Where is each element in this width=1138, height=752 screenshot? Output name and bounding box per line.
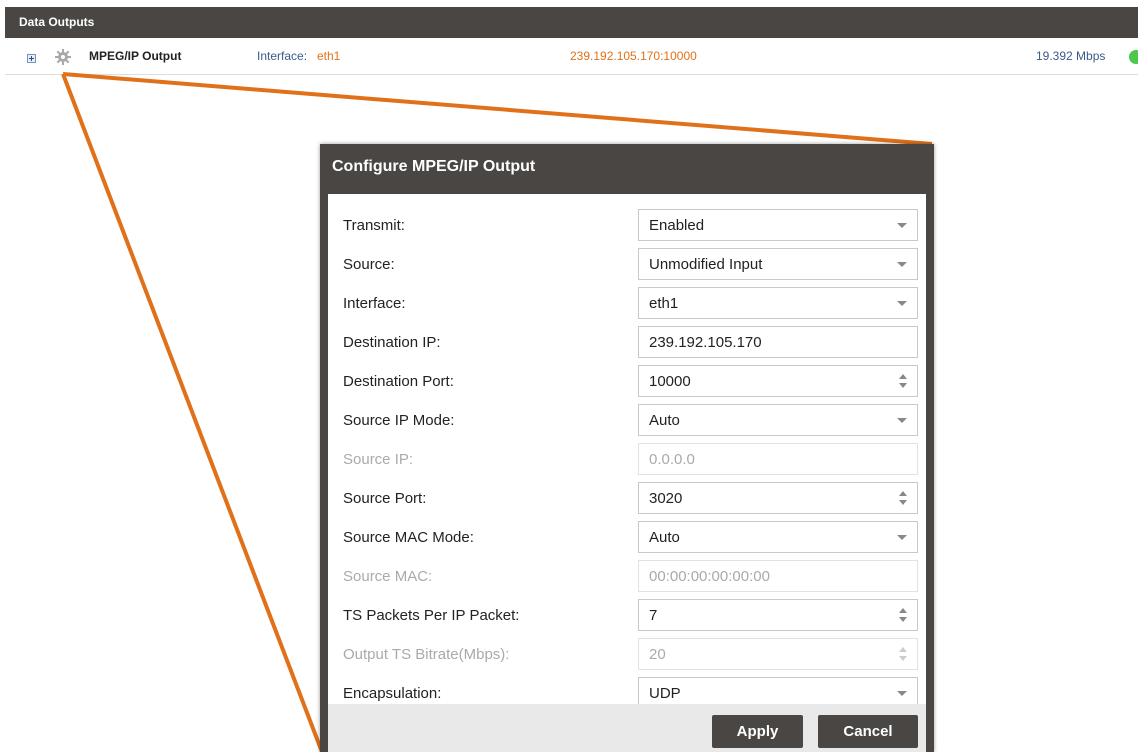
source-mac-mode-value: Auto [649,529,680,546]
spinner-icon[interactable] [899,374,908,390]
output-ts-bitrate-stepper: 20 [638,638,918,670]
source-ip-input: 0.0.0.0 [638,443,918,475]
source-mac-input: 00:00:00:00:00:00 [638,560,918,592]
transmit-select[interactable]: Enabled [638,209,918,241]
source-port-value: 3020 [649,490,683,507]
source-select[interactable]: Unmodified Input [638,248,918,280]
field-destination-port: Destination Port: 10000 [328,362,926,400]
interface-field-label: Interface: [343,295,406,312]
chevron-down-icon [897,418,907,423]
output-name: MPEG/IP Output [89,49,182,63]
source-value: Unmodified Input [649,256,763,273]
field-output-ts-bitrate: Output TS Bitrate(Mbps): 20 [328,635,926,673]
chevron-down-icon [897,223,907,228]
destination-port-value: 10000 [649,373,691,390]
page-title: Data Outputs [19,15,95,29]
source-ip-mode-value: Auto [649,412,680,429]
interface-value: eth1 [317,49,341,63]
destination-ip-label: Destination IP: [343,334,441,351]
output-ts-bitrate-value: 20 [649,646,666,663]
field-source-ip: Source IP: 0.0.0.0 [328,440,926,478]
field-source-port: Source Port: 3020 [328,479,926,517]
expand-icon[interactable] [27,54,36,63]
source-ip-value: 0.0.0.0 [649,451,695,468]
source-mac-mode-label: Source MAC Mode: [343,529,474,546]
field-source-mac: Source MAC: 00:00:00:00:00:00 [328,557,926,595]
transmit-label: Transmit: [343,217,405,234]
source-ip-mode-label: Source IP Mode: [343,412,455,429]
output-address: 239.192.105.170:10000 [570,49,697,63]
transmit-value: Enabled [649,217,705,234]
chevron-down-icon [897,535,907,540]
status-dot-icon [1129,50,1138,64]
source-label: Source: [343,256,395,273]
field-ts-packets: TS Packets Per IP Packet: 7 [328,596,926,634]
source-mac-label: Source MAC: [343,568,433,585]
dialog-form: Transmit: Enabled Source: Unmodified Inp… [328,194,926,709]
field-source-mac-mode: Source MAC Mode: Auto [328,518,926,556]
chevron-down-icon [897,301,907,306]
output-bitrate: 19.392 Mbps [1036,49,1106,63]
destination-port-stepper[interactable]: 10000 [638,365,918,397]
callout-line-bottom [61,73,324,752]
source-mac-value: 00:00:00:00:00:00 [649,568,770,585]
interface-field-value: eth1 [649,295,679,312]
dialog-title: Configure MPEG/IP Output [332,158,536,175]
gear-icon[interactable] [55,49,71,65]
destination-ip-input[interactable]: 239.192.105.170 [638,326,918,358]
field-source-ip-mode: Source IP Mode: Auto [328,401,926,439]
data-outputs-header: Data Outputs [5,7,1138,38]
apply-button[interactable]: Apply [712,715,803,748]
callout-line-top [62,72,933,146]
source-port-stepper[interactable]: 3020 [638,482,918,514]
ts-packets-label: TS Packets Per IP Packet: [343,607,520,624]
field-destination-ip: Destination IP: 239.192.105.170 [328,323,926,361]
field-transmit: Transmit: Enabled [328,206,926,244]
dialog-footer: Apply Cancel [328,704,926,752]
destination-port-label: Destination Port: [343,373,454,390]
chevron-down-icon [897,691,907,696]
output-row[interactable]: MPEG/IP Output Interface: eth1 239.192.1… [5,38,1138,75]
source-ip-mode-select[interactable]: Auto [638,404,918,436]
field-source: Source: Unmodified Input [328,245,926,283]
encapsulation-value: UDP [649,685,681,702]
encapsulation-label: Encapsulation: [343,685,442,702]
source-ip-label: Source IP: [343,451,414,468]
configure-dialog: Configure MPEG/IP Output Transmit: Enabl… [320,144,934,752]
source-port-label: Source Port: [343,490,427,507]
spinner-icon[interactable] [899,491,908,507]
spinner-icon [899,647,908,663]
source-mac-mode-select[interactable]: Auto [638,521,918,553]
interface-label: Interface: [257,49,308,63]
ts-packets-stepper[interactable]: 7 [638,599,918,631]
interface-select[interactable]: eth1 [638,287,918,319]
ts-packets-value: 7 [649,607,658,624]
spinner-icon[interactable] [899,608,908,624]
field-interface: Interface: eth1 [328,284,926,322]
destination-ip-value: 239.192.105.170 [649,334,762,351]
chevron-down-icon [897,262,907,267]
cancel-button[interactable]: Cancel [818,715,918,748]
output-ts-bitrate-label: Output TS Bitrate(Mbps): [343,646,510,663]
